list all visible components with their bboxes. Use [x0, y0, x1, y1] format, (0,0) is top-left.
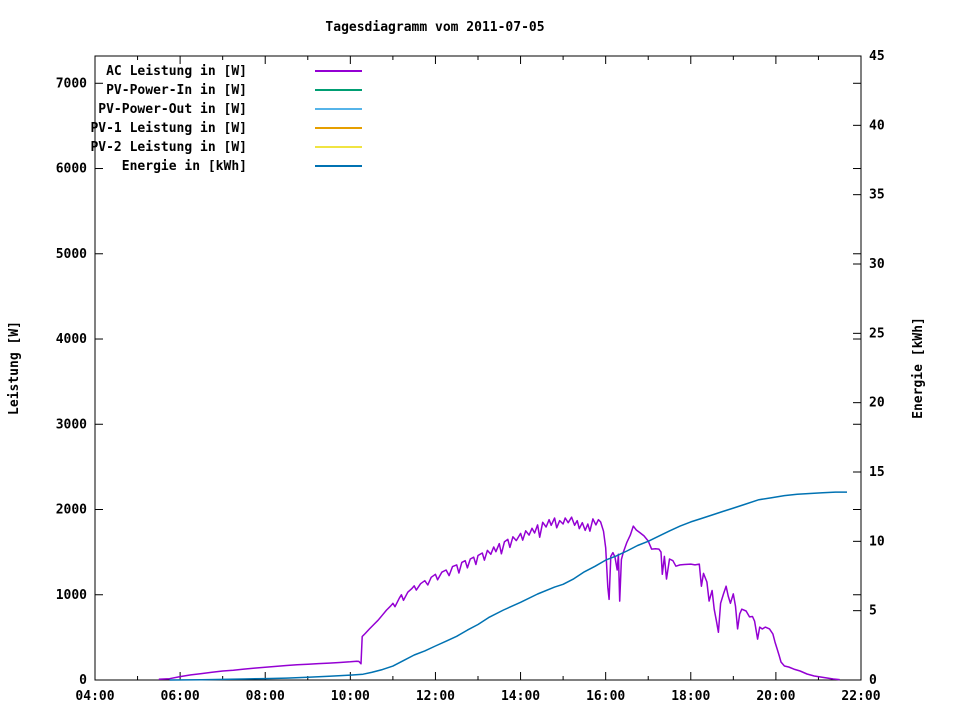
y2-tick-label: 5 — [869, 604, 877, 619]
series-line-energie-in-kwh — [169, 491, 847, 681]
x-tick-label: 06:00 — [161, 689, 200, 704]
chart-title: Tagesdiagramm vom 2011-07-05 — [325, 20, 544, 35]
series-lines — [158, 491, 847, 681]
legend-entry: PV-1 Leistung in [W] — [90, 121, 362, 136]
legend-label: Energie in [kWh] — [122, 159, 247, 174]
y-axis-label: Leistung [W] — [7, 321, 22, 415]
x-tick-label: 04:00 — [75, 689, 114, 704]
x-tick-label: 16:00 — [586, 689, 625, 704]
legend-label: PV-Power-In in [W] — [106, 83, 247, 98]
y1-tick-label: 1000 — [56, 588, 87, 603]
y2-tick-label: 40 — [869, 118, 885, 133]
x-tick-label: 18:00 — [671, 689, 710, 704]
legend-entry: PV-2 Leistung in [W] — [90, 140, 362, 155]
x-tick-label: 08:00 — [246, 689, 285, 704]
y2-tick-label: 0 — [869, 673, 877, 688]
legend-entry: AC Leistung in [W] — [106, 64, 362, 79]
y1-tick-label: 0 — [79, 673, 87, 688]
y1-tick-label: 3000 — [56, 417, 87, 432]
y2-tick-label: 25 — [869, 326, 885, 341]
y1-tick-label: 7000 — [56, 76, 87, 91]
y2-tick-label: 15 — [869, 465, 885, 480]
chart: Tagesdiagramm vom 2011-07-05 Leistung [W… — [0, 0, 960, 720]
x-tick-label: 22:00 — [841, 689, 880, 704]
chart-canvas: Tagesdiagramm vom 2011-07-05 Leistung [W… — [7, 20, 926, 704]
legend-entry: Energie in [kWh] — [122, 159, 362, 174]
series-line-ac-leistung-in-w — [158, 516, 840, 681]
y2-axis-label: Energie [kWh] — [911, 317, 926, 419]
x-tick-label: 14:00 — [501, 689, 540, 704]
y2-tick-label: 20 — [869, 396, 885, 411]
y1-tick-label: 4000 — [56, 332, 87, 347]
y2-tick-label: 10 — [869, 534, 885, 549]
legend: AC Leistung in [W] PV-Power-In in [W] PV-P… — [90, 64, 362, 174]
y2-tick-label: 30 — [869, 257, 885, 272]
y1-tick-label: 5000 — [56, 247, 87, 262]
legend-entry: PV-Power-In in [W] — [106, 83, 362, 98]
y2-tick-label: 45 — [869, 49, 885, 64]
legend-label: PV-Power-Out in [W] — [98, 102, 247, 117]
y1-tick-label: 6000 — [56, 162, 87, 177]
y1-tick-label: 2000 — [56, 503, 87, 518]
legend-entry: PV-Power-Out in [W] — [98, 102, 362, 117]
x-tick-label: 20:00 — [756, 689, 795, 704]
legend-label: PV-1 Leistung in [W] — [90, 121, 247, 136]
x-tick-label: 12:00 — [416, 689, 455, 704]
legend-label: PV-2 Leistung in [W] — [90, 140, 247, 155]
legend-label: AC Leistung in [W] — [106, 64, 247, 79]
y2-tick-label: 35 — [869, 188, 885, 203]
x-tick-label: 10:00 — [331, 689, 370, 704]
